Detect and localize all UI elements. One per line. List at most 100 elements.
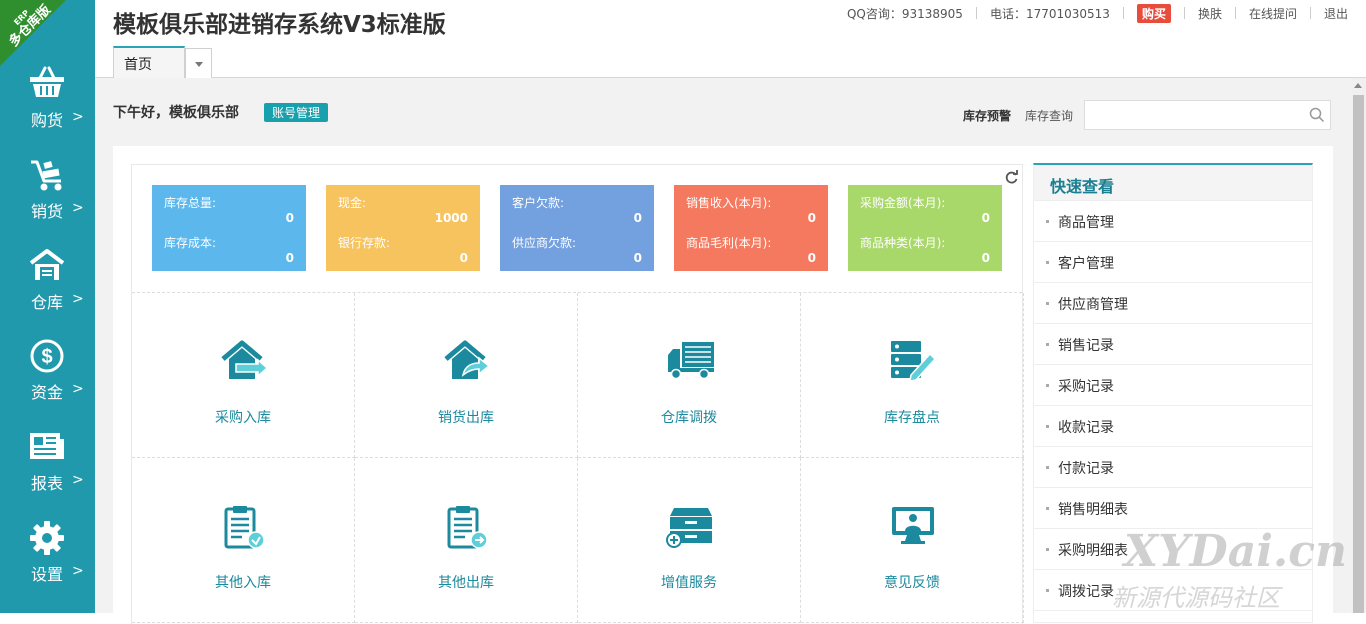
stat-label: 商品毛利(本月): [686,236,772,250]
action-purchase-in[interactable]: 采购入库 [132,293,355,458]
report-icon [30,433,64,459]
stat-value: 0 [285,211,294,225]
scrollbar-thumb[interactable] [1353,95,1364,613]
stat-value: 0 [981,211,990,225]
dollar-icon: $ [30,339,64,373]
chevron-right-icon: > [72,109,84,125]
stat-label: 供应商欠款: [512,236,577,250]
clipboard-out-icon [447,506,488,549]
edition-ribbon: ERP 多仓库版 [0,0,95,95]
sidebar-item-label: 报表 [31,474,64,493]
gear-icon [30,521,64,555]
chevron-right-icon: > [72,291,84,307]
action-warehouse-transfer[interactable]: 仓库调拨 [578,293,801,458]
tab-dropdown-button[interactable] [185,48,212,78]
stock-query-label: 库存查询 [1025,109,1074,123]
action-label: 其他入库 [215,575,271,591]
action-label: 其他出库 [438,575,494,591]
stat-label: 现金: [338,196,367,210]
action-stock-check[interactable]: 库存盘点 [801,293,1024,458]
sidebar-item-label: 购货 [31,111,64,130]
overview-box: 库存总量: 0 库存成本: 0 现金: 1000 银行存款: 0 客户欠款: 0… [131,164,1024,624]
action-other-out[interactable]: 其他出库 [355,458,578,623]
svg-text:$: $ [41,346,52,368]
sidebar-item-label: 设置 [31,565,64,584]
clipboard-in-icon [224,506,265,549]
chevron-right-icon: > [72,472,84,488]
stat-label: 银行存款: [338,236,391,250]
quick-item-payment-records[interactable]: 付款记录 [1034,447,1312,488]
sidebar: ERP 多仓库版 购货 > 销货 > 仓库 > $ 资金 > 报表 > 设置 > [0,0,95,613]
house-in-icon [221,340,268,379]
sidebar-item-warehouse[interactable]: 仓库 > [0,234,95,324]
stat-label: 库存成本: [164,236,217,250]
action-label: 库存盘点 [884,410,940,426]
quick-item-suppliers[interactable]: 供应商管理 [1034,283,1312,324]
sidebar-item-settings[interactable]: 设置 > [0,506,95,596]
divider [1234,7,1236,19]
sidebar-item-sales[interactable]: 销货 > [0,143,95,233]
stat-label: 采购金额(本月): [860,196,946,210]
quick-item-purchase-detail[interactable]: 采购明细表 [1034,529,1312,570]
stat-value: 0 [807,211,816,225]
stat-label: 商品种类(本月): [860,236,946,250]
quick-item-customers[interactable]: 客户管理 [1034,242,1312,283]
stat-value: 0 [633,251,642,265]
inventory-edit-icon [891,341,937,381]
action-label: 意见反馈 [884,575,940,591]
action-other-in[interactable]: 其他入库 [132,458,355,623]
quick-view-title: 快速查看 [1034,165,1312,201]
stat-value: 0 [633,211,642,225]
top-links: QQ咨询：93138905 电话：17701030513 购买 换肤 在线提问 … [846,3,1348,23]
action-grid: 采购入库 销货出库 仓库调拨 库存盘点 其他入库 其他出库 增值服务 意见反馈 [132,292,1024,623]
phone-contact: 电话：17701030513 [989,6,1110,21]
action-value-added[interactable]: 增值服务 [578,458,801,623]
sidebar-item-funds[interactable]: $ 资金 > [0,324,95,414]
app-title: 模板俱乐部进销存系统V3标准版 [113,12,446,38]
stat-value: 0 [807,251,816,265]
stat-value: 0 [981,251,990,265]
quick-item-receipt-records[interactable]: 收款记录 [1034,406,1312,447]
logout-link[interactable]: 退出 [1324,5,1348,22]
cart-icon [31,160,62,191]
house-out-icon [444,340,491,379]
sidebar-item-label: 仓库 [31,293,64,312]
scroll-up-icon[interactable] [1354,83,1362,88]
quick-view-panel: 快速查看 商品管理 客户管理 供应商管理 销售记录 采购记录 收款记录 付款记录… [1033,163,1313,623]
divider [1122,7,1124,19]
stat-value: 0 [459,251,468,265]
divider [1183,7,1185,19]
stat-card-sales: 销售收入(本月): 0 商品毛利(本月): 0 [674,185,828,271]
dashboard-panel: 库存总量: 0 库存成本: 0 现金: 1000 银行存款: 0 客户欠款: 0… [113,146,1333,624]
skin-link[interactable]: 换肤 [1198,5,1222,22]
divider [1309,7,1311,19]
search-icon[interactable] [1309,107,1325,123]
stock-warning-link[interactable]: 库存预警 [963,107,1011,124]
warehouse-icon [29,249,65,280]
quick-item-sales-records[interactable]: 销售记录 [1034,324,1312,365]
online-question-link[interactable]: 在线提问 [1249,5,1297,22]
quick-item-purchase-records[interactable]: 采购记录 [1034,365,1312,406]
quick-item-sales-detail[interactable]: 销售明细表 [1034,488,1312,529]
main-content: 下午好，模板俱乐部 账号管理 库存预警 库存查询 库存总量: 0 库存成本: 0… [95,78,1351,624]
stat-label: 销售收入(本月): [686,196,772,210]
refresh-icon[interactable] [1002,167,1022,187]
action-sales-out[interactable]: 销货出库 [355,293,578,458]
qq-contact: QQ咨询：93138905 [846,6,963,21]
stat-value: 1000 [434,211,468,225]
chevron-right-icon: > [72,381,84,397]
stat-label: 客户欠款: [512,196,565,210]
page-scrollbar[interactable] [1351,78,1366,613]
divider [975,7,977,19]
sidebar-item-label: 销货 [31,202,64,221]
action-feedback[interactable]: 意见反馈 [801,458,1024,623]
buy-button[interactable]: 购买 [1136,3,1171,23]
quick-item-transfer-records[interactable]: 调拨记录 [1034,570,1312,611]
greeting-text: 下午好，模板俱乐部 [113,105,239,121]
tab-home[interactable]: 首页 [113,46,185,79]
quick-item-goods[interactable]: 商品管理 [1034,201,1312,242]
stock-search-input[interactable] [1084,100,1331,130]
account-manage-button[interactable]: 账号管理 [264,103,329,122]
action-label: 仓库调拨 [661,410,717,426]
sidebar-item-reports[interactable]: 报表 > [0,415,95,505]
